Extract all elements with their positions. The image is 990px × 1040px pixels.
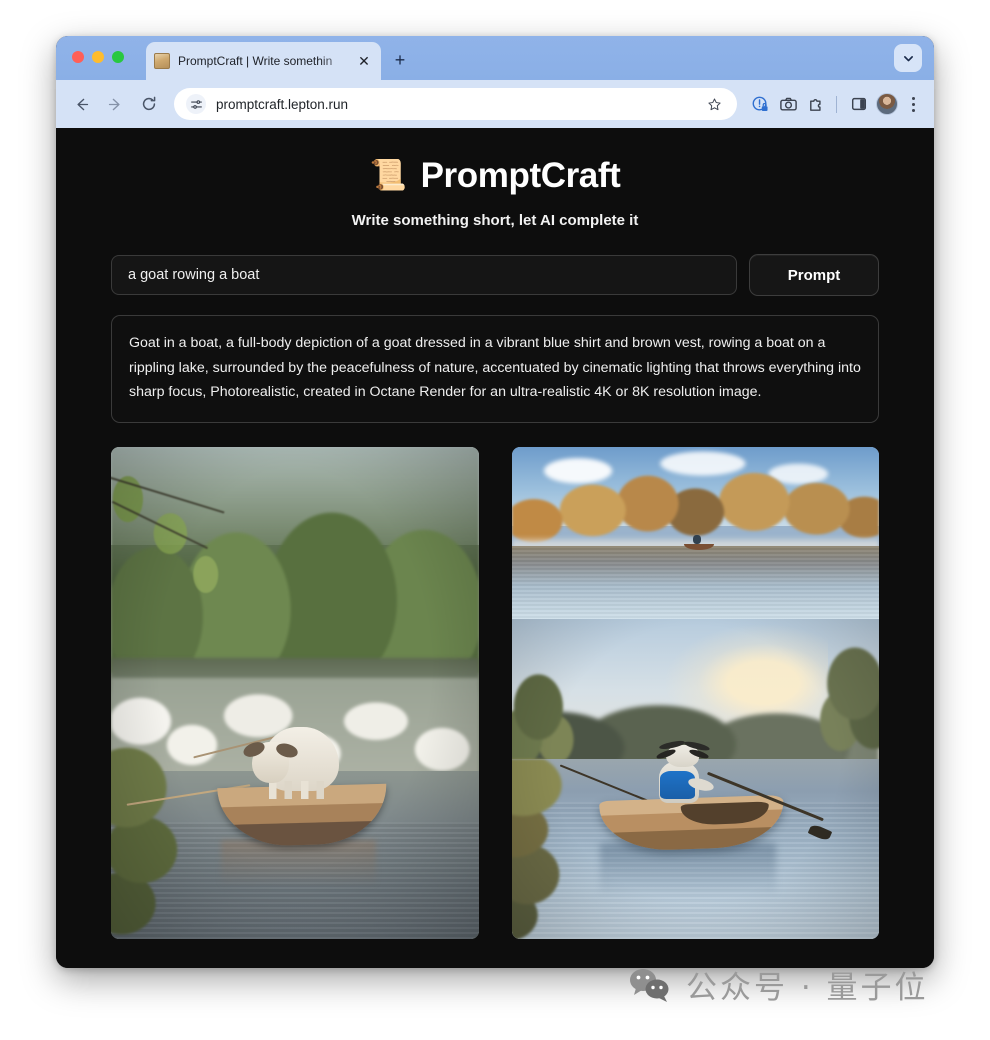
- generated-prompt-text: Goat in a boat, a full-body depiction of…: [111, 315, 879, 423]
- side-panel-icon[interactable]: [846, 90, 872, 118]
- prompt-input[interactable]: [111, 255, 737, 295]
- toolbar-divider: [836, 95, 837, 113]
- back-button[interactable]: [66, 89, 96, 119]
- camera-icon[interactable]: [775, 90, 801, 118]
- browser-menu-button[interactable]: [902, 90, 924, 118]
- generated-image-2[interactable]: [511, 446, 879, 619]
- page-title: 📜 PromptCraft: [56, 128, 934, 196]
- tune-icon[interactable]: [186, 94, 206, 114]
- page-subtitle: Write something short, let AI complete i…: [351, 212, 639, 229]
- browser-tab[interactable]: PromptCraft | Write somethin ✕: [146, 42, 381, 80]
- extensions-puzzle-icon[interactable]: [803, 90, 829, 118]
- tab-strip: PromptCraft | Write somethin ✕ +: [56, 36, 934, 80]
- lake-layer: [511, 546, 879, 619]
- vignette-layer: [511, 618, 879, 939]
- image-gallery: [111, 446, 879, 939]
- vignette-layer: [111, 446, 479, 939]
- close-window-button[interactable]: [72, 51, 84, 63]
- watermark: 公众号 · 量子位: [628, 962, 929, 1007]
- scroll-favicon: [154, 53, 170, 69]
- address-bar[interactable]: promptcraft.lepton.run: [174, 88, 737, 120]
- privacy-shield-icon[interactable]: [747, 90, 773, 118]
- reload-button[interactable]: [134, 89, 164, 119]
- star-icon[interactable]: [703, 93, 725, 115]
- close-icon[interactable]: ✕: [355, 52, 373, 70]
- browser-window: PromptCraft | Write somethin ✕ + promptc…: [56, 36, 934, 968]
- browser-toolbar: promptcraft.lepton.run: [56, 80, 934, 128]
- window-traffic-lights: [72, 51, 124, 63]
- watermark-text: 公众号 · 量子位: [686, 970, 929, 1006]
- distant-rower-shape: [693, 535, 702, 545]
- generated-image-3[interactable]: [511, 618, 879, 939]
- minimize-window-button[interactable]: [92, 51, 104, 63]
- profile-avatar[interactable]: [876, 93, 898, 115]
- wechat-icon: [628, 967, 672, 1003]
- zoom-window-button[interactable]: [112, 51, 124, 63]
- forward-button[interactable]: [100, 89, 130, 119]
- chevron-down-icon[interactable]: [894, 44, 922, 72]
- prompt-form: Prompt: [111, 254, 879, 296]
- page-title-text: PromptCraft: [420, 156, 621, 195]
- gallery-column-left: [111, 446, 479, 939]
- page-content: 📜 PromptCraft Write something short, let…: [56, 128, 934, 968]
- generated-image-1[interactable]: [111, 446, 479, 939]
- url-text: promptcraft.lepton.run: [216, 96, 349, 112]
- prompt-submit-button[interactable]: Prompt: [749, 254, 879, 296]
- scroll-icon: 📜: [369, 159, 407, 192]
- tab-title: PromptCraft | Write somethin: [178, 54, 333, 68]
- new-tab-button[interactable]: +: [389, 49, 411, 71]
- gallery-column-right: [511, 446, 879, 939]
